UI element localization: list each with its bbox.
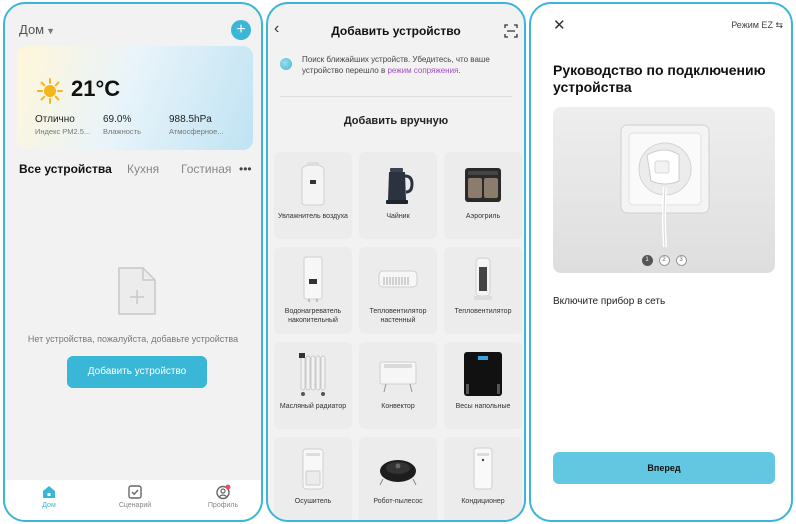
- empty-file-icon: [118, 267, 156, 315]
- search-text-tail: .: [458, 66, 461, 75]
- device-name: Аэрогриль: [465, 213, 501, 220]
- bottom-nav: Дом Сценарий Профиль: [5, 480, 261, 520]
- device-name: Осушитель: [294, 498, 332, 505]
- caret-down-icon: ▼: [46, 26, 56, 36]
- add-plus-button[interactable]: +: [231, 20, 251, 40]
- device-name: Увлажнитель воздуха: [278, 213, 348, 220]
- humidity-label: Влажность: [103, 127, 141, 136]
- pressure-stat: 988.5hPa Атмосферное...: [169, 114, 224, 136]
- water-heater-icon: [303, 256, 323, 302]
- nearby-search-notice: Поиск ближайших устройств. Убедитесь, чт…: [280, 54, 516, 80]
- search-text: Поиск ближайших устройств. Убедитесь, чт…: [302, 54, 516, 76]
- tab-kitchen[interactable]: Кухня: [127, 162, 159, 176]
- switch-arrows-icon: ⇆: [775, 20, 783, 30]
- device-oil-radiator[interactable]: Масляный радиатор: [274, 342, 352, 429]
- add-device-screen: ‹ Добавить устройство Поиск ближайших ус…: [266, 2, 526, 522]
- device-convector[interactable]: Конвектор: [359, 342, 437, 429]
- dehumidifier-icon: [302, 448, 324, 490]
- page-title: Добавить устройство: [331, 24, 461, 38]
- pressure-label: Атмосферное...: [169, 127, 224, 136]
- nav-scenario-label: Сценарий: [118, 502, 152, 509]
- device-air-fryer[interactable]: Аэрогриль: [444, 152, 522, 239]
- guide-carousel[interactable]: 123: [553, 107, 775, 273]
- scan-qr-icon[interactable]: [504, 24, 518, 38]
- device-name: Водонагреватель накопительный: [284, 308, 342, 324]
- device-name: Весы напольные: [455, 403, 511, 410]
- device-robot-vacuum[interactable]: Робот-пылесос: [359, 437, 437, 520]
- scenario-icon: [128, 485, 142, 499]
- room-tabs: Все устройства Кухня Гостиная •••: [19, 162, 252, 180]
- robot-vacuum-icon: [379, 460, 417, 486]
- home-screen: Дом ▼ + 21°C Отлично Индекс PM2.5... 69.0…: [3, 2, 263, 522]
- nav-scenario[interactable]: Сценарий: [105, 484, 165, 509]
- tab-all-devices[interactable]: Все устройства: [19, 162, 112, 176]
- humidity-stat: 69.0% Влажность: [103, 114, 141, 136]
- humidity-value: 69.0%: [103, 114, 132, 125]
- air-quality-value: Отлично: [35, 114, 75, 125]
- device-air-conditioner[interactable]: Кондиционер: [444, 437, 522, 520]
- temperature: 21°C: [71, 76, 121, 101]
- home-icon: [43, 486, 55, 498]
- pager-dot[interactable]: 1: [641, 255, 653, 266]
- searching-indicator-icon: [280, 58, 292, 70]
- empty-state-text: Нет устройства, пожалуйста, добавьте уст…: [27, 334, 239, 344]
- device-fan-heater[interactable]: Тепловентилятор: [444, 247, 522, 334]
- profile-icon: [216, 484, 231, 500]
- weather-card[interactable]: 21°C Отлично Индекс PM2.5... 69.0% Влажн…: [17, 46, 253, 150]
- nav-home-label: Дом: [42, 502, 56, 509]
- page-title: Руководство по подключению устройства: [553, 62, 766, 95]
- tab-living-room[interactable]: Гостиная: [181, 162, 231, 176]
- ez-mode-switch[interactable]: Режим EZ ⇆: [731, 20, 783, 31]
- pressure-value: 988.5hPa: [169, 114, 212, 125]
- plug-socket-illustration: [620, 124, 710, 248]
- device-scale[interactable]: Весы напольные: [444, 342, 522, 429]
- scale-icon: [464, 352, 502, 396]
- convector-icon: [379, 361, 417, 393]
- instruction-text: Включите прибор в сеть: [553, 296, 666, 307]
- home-name: Дом: [19, 22, 45, 37]
- more-tabs-button[interactable]: •••: [239, 162, 252, 176]
- nav-profile-label: Профиль: [207, 502, 239, 509]
- air-quality-stat: Отлично Индекс PM2.5...: [35, 114, 90, 136]
- add-device-header: ‹ Добавить устройство: [268, 20, 524, 42]
- fan-heater-icon: [474, 257, 492, 300]
- kettle-icon: [386, 168, 414, 204]
- manual-add-title: Добавить вручную: [343, 115, 449, 127]
- device-name: Чайник: [386, 213, 410, 220]
- device-name: Робот-пылесос: [373, 498, 423, 505]
- air-conditioner-icon: [473, 447, 493, 490]
- carousel-pager: 123: [553, 255, 775, 266]
- next-button[interactable]: Вперед: [553, 452, 775, 484]
- device-wall-heater[interactable]: Тепловентилятор настенный: [359, 247, 437, 334]
- device-name: Тепловентилятор настенный: [369, 308, 427, 324]
- pager-dot[interactable]: 3: [675, 255, 687, 266]
- device-name: Тепловентилятор: [454, 308, 512, 315]
- pager-dot[interactable]: 2: [658, 255, 670, 266]
- wall-heater-icon: [378, 270, 418, 288]
- nav-home[interactable]: Дом: [19, 484, 79, 509]
- pairing-mode-link[interactable]: режим сопряжения: [387, 66, 458, 75]
- device-name: Конвектор: [381, 403, 415, 410]
- device-kettle[interactable]: Чайник: [359, 152, 437, 239]
- add-device-button[interactable]: Добавить устройство: [67, 356, 207, 388]
- sun-icon: [37, 78, 63, 104]
- air-fryer-icon: [465, 168, 501, 202]
- oil-radiator-icon: [299, 353, 326, 396]
- device-water-heater[interactable]: Водонагреватель накопительный: [274, 247, 352, 334]
- close-icon[interactable]: ✕: [553, 16, 566, 34]
- home-selector[interactable]: Дом ▼: [19, 22, 55, 37]
- device-humidifier[interactable]: Увлажнитель воздуха: [274, 152, 352, 239]
- humidifier-icon: [301, 162, 325, 206]
- device-dehumidifier[interactable]: Осушитель: [274, 437, 352, 520]
- divider: [280, 96, 512, 97]
- ez-mode-label: Режим EZ: [731, 20, 773, 30]
- device-name: Масляный радиатор: [279, 403, 347, 410]
- home-header: Дом ▼ +: [19, 20, 251, 42]
- nav-profile[interactable]: Профиль: [193, 484, 253, 509]
- connection-guide-screen: ✕ Режим EZ ⇆ Руководство по подключению …: [529, 2, 793, 522]
- plus-icon: +: [236, 21, 246, 38]
- device-name: Кондиционер: [461, 498, 505, 505]
- air-quality-label: Индекс PM2.5...: [35, 127, 91, 136]
